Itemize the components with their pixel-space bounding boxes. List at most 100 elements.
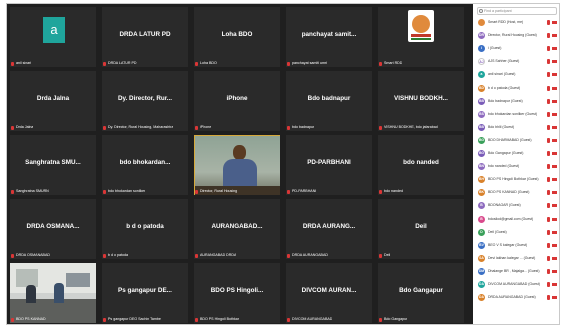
participant-tile[interactable]: Sanghratna SMU... Sanghratna SMURN — [10, 135, 96, 195]
camera-off-icon[interactable] — [552, 138, 557, 142]
camera-off-icon[interactable] — [552, 191, 557, 195]
camera-off-icon[interactable] — [552, 178, 557, 182]
participant-tile[interactable]: bdo nanded bdo nanded — [378, 135, 464, 195]
participant-tile[interactable]: b d o patoda b d o patoda — [102, 199, 188, 259]
camera-off-icon[interactable] — [552, 165, 557, 169]
participant-row[interactable]: SA Devi lakhan kalegar ... (Guest) — [473, 253, 559, 264]
participant-tile[interactable]: bdo bhokardan... bdo bhokardan sonilker — [102, 135, 188, 195]
tile-display-name: DRDA LATUR PD — [119, 31, 171, 38]
participant-tile[interactable]: DRDA OSMANA... DRDA OSMANABAD — [10, 199, 96, 259]
participant-tile[interactable]: AURANGABAD... AURANGABAD DRDA — [194, 199, 280, 259]
mic-muted-icon[interactable] — [547, 282, 550, 287]
camera-off-icon[interactable] — [552, 204, 557, 208]
mic-muted-icon[interactable] — [547, 190, 550, 196]
mic-muted-icon[interactable] — [547, 164, 550, 170]
tile-label-text: Ps gangapur DEO Sachin Tambe — [108, 317, 161, 321]
participant-row[interactable]: BD b d o patoda (Guest) — [473, 83, 559, 94]
participant-row[interactable]: a anil sinari (Guest) — [473, 69, 559, 80]
camera-off-icon[interactable] — [552, 47, 557, 51]
participant-row[interactable]: BG Bdo Gangapur (Guest) — [473, 148, 559, 159]
participant-tile[interactable]: Loha BDO Loha BDO — [194, 7, 280, 67]
participant-row[interactable]: Smart RDD (Host, me) — [473, 17, 559, 28]
camera-off-icon[interactable] — [552, 296, 557, 300]
mic-muted-icon[interactable] — [547, 203, 550, 209]
mic-muted-icon[interactable] — [547, 216, 550, 222]
participant-row[interactable]: Bbdosilod@gmail.com (Guest) — [473, 214, 559, 225]
camera-off-icon[interactable] — [552, 256, 557, 260]
mic-muted-icon[interactable] — [547, 46, 550, 52]
participant-tile[interactable]: Bdo Gangapur Bdo Gangapur — [378, 263, 464, 323]
participant-list-scrollbar[interactable] — [559, 16, 560, 64]
mic-muted-icon[interactable] — [547, 268, 550, 274]
participant-row[interactable]: BV BEO V S kalegar (Guest) — [473, 240, 559, 251]
participant-name: Bdo Gangapur (Guest) — [488, 151, 524, 155]
participant-tile[interactable]: Deil Deil — [378, 199, 464, 259]
participant-row[interactable]: DA DIVCOM AURANGABAD (Guest) — [473, 279, 559, 290]
participant-row[interactable]: B BDONAGAR (Guest) — [473, 200, 559, 211]
participant-row[interactable]: D Deil (Guest) — [473, 227, 559, 238]
participant-row[interactable]: DR Director, Rural Housing (Guest) — [473, 30, 559, 41]
participant-tile[interactable]: DIVCOM AURAN... DIVCOM AURANGABAD — [286, 263, 372, 323]
participant-tile[interactable]: Bdo badnapur bdo badnapur — [286, 71, 372, 131]
mic-muted-icon[interactable] — [547, 177, 550, 183]
mic-muted-icon[interactable] — [547, 255, 550, 261]
participant-tile[interactable]: Director, Rural Housing — [194, 135, 280, 195]
mic-muted-icon[interactable] — [547, 124, 550, 130]
participant-row[interactable]: BN bdo nanded (Guest) — [473, 161, 559, 172]
camera-off-icon[interactable] — [552, 34, 557, 38]
camera-off-icon[interactable] — [552, 283, 557, 286]
participant-row[interactable]: BB Bdo badnapur (Guest) — [473, 96, 559, 107]
participant-tile[interactable]: PD-PARBHANI PD-PARBHANI — [286, 135, 372, 195]
tile-display-name: DRDA AURANG... — [302, 223, 356, 230]
participant-row[interactable]: ii (Guest) — [473, 43, 559, 54]
mic-muted-icon — [379, 189, 382, 194]
participant-row[interactable]: AJ AJS Sahher (Guest) — [473, 56, 559, 67]
camera-off-icon[interactable] — [552, 73, 557, 77]
participant-row[interactable]: DM Dhalange BR , Majalga... (Guest) — [473, 266, 559, 277]
participant-tile[interactable]: Ps gangapur DE... Ps gangapur DEO Sachin … — [102, 263, 188, 323]
camera-off-icon[interactable] — [552, 86, 557, 90]
participant-tile[interactable]: a anil sinari — [10, 7, 96, 67]
mic-muted-icon[interactable] — [547, 295, 550, 301]
participant-tile[interactable]: iPhone iPhone — [194, 71, 280, 131]
camera-off-icon[interactable] — [552, 60, 557, 64]
participant-search-input[interactable]: Find a participant — [477, 7, 557, 15]
mic-muted-icon[interactable] — [547, 111, 550, 117]
tile-label-text: bdo badnapur — [292, 125, 315, 129]
camera-off-icon[interactable] — [552, 217, 557, 221]
participant-tile[interactable]: BDO PS KANNAD — [10, 263, 96, 323]
camera-off-icon[interactable] — [552, 230, 557, 234]
mic-muted-icon[interactable] — [547, 229, 550, 235]
mic-muted-icon[interactable] — [547, 151, 550, 156]
participant-tile[interactable]: Dy. Director, Rur... Dy. Director, Rural … — [102, 71, 188, 131]
mic-muted-icon[interactable] — [547, 137, 550, 143]
participant-row[interactable]: BK BDO PS KANNAD (Guest) — [473, 187, 559, 198]
participant-tile[interactable]: VISHNU BODKH... VISHNU BODKHE, bdo jafara… — [378, 71, 464, 131]
mic-muted-icon[interactable] — [547, 20, 550, 25]
mic-muted-icon[interactable] — [547, 98, 550, 104]
mic-muted-icon[interactable] — [547, 72, 550, 78]
camera-off-icon[interactable] — [552, 21, 557, 24]
participant-row[interactable]: BB Bdo bhlil (Guest) — [473, 122, 559, 133]
camera-off-icon[interactable] — [552, 125, 557, 129]
camera-off-icon[interactable] — [552, 152, 557, 155]
camera-off-icon[interactable] — [552, 112, 557, 116]
participant-row[interactable]: BG BDO DHARMABAD (Guest) — [473, 135, 559, 146]
mic-muted-icon[interactable] — [547, 85, 550, 91]
participant-tile[interactable]: BDO PS Hingoli... BDO PS Hingoli Bothkar — [194, 263, 280, 323]
camera-off-icon[interactable] — [552, 269, 557, 273]
participant-tile[interactable]: panchayat samit... panchayat samiti umri — [286, 7, 372, 67]
tile-label-text: BDO PS Hingoli Bothkar — [200, 317, 239, 321]
mic-muted-icon[interactable] — [547, 59, 550, 65]
participant-tile[interactable]: Smart RDD — [378, 7, 464, 67]
participant-tile[interactable]: Drda Jalna Drda Jalna — [10, 71, 96, 131]
participant-row[interactable]: BH BDO PS Hingoli Bothkar (Guest) — [473, 174, 559, 185]
mic-muted-icon[interactable] — [547, 242, 550, 248]
participant-row[interactable]: BS bdo bhokardan sonilker (Guest) — [473, 109, 559, 120]
camera-off-icon[interactable] — [552, 99, 557, 103]
participant-row[interactable]: DA DRDA AURANGABAD (Guest) — [473, 292, 559, 303]
mic-muted-icon[interactable] — [547, 33, 550, 39]
participant-tile[interactable]: DRDA LATUR PD DRDA LATUR PD — [102, 7, 188, 67]
participant-tile[interactable]: DRDA AURANG... DRDA AURANGABAD — [286, 199, 372, 259]
camera-off-icon[interactable] — [552, 243, 557, 247]
